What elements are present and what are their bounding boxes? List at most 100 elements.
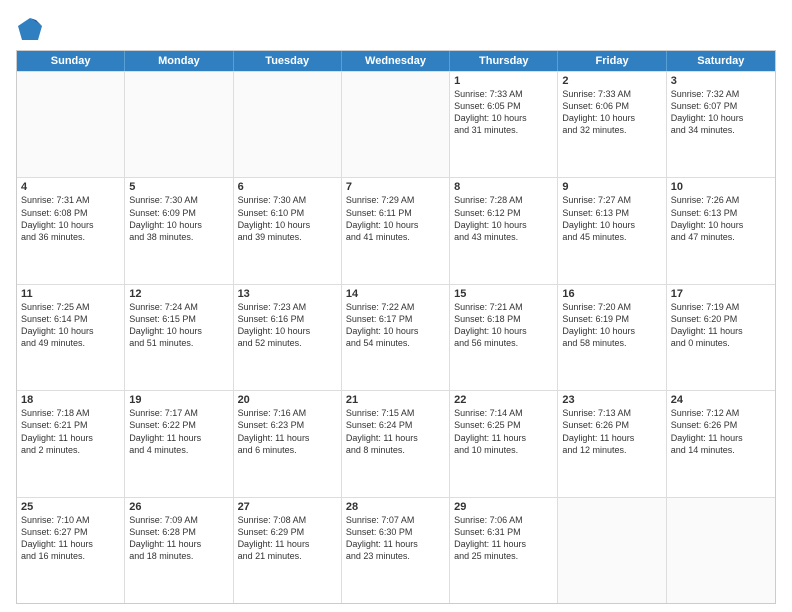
logo [16,16,46,44]
cal-cell: 18Sunrise: 7:18 AMSunset: 6:21 PMDayligh… [17,391,125,496]
day-number: 22 [454,394,553,406]
day-number: 5 [129,181,228,193]
cal-cell: 21Sunrise: 7:15 AMSunset: 6:24 PMDayligh… [342,391,450,496]
cell-text: Sunrise: 7:19 AMSunset: 6:20 PMDaylight:… [671,301,771,350]
day-number: 3 [671,75,771,87]
cal-cell: 17Sunrise: 7:19 AMSunset: 6:20 PMDayligh… [667,285,775,390]
day-number: 15 [454,288,553,300]
cal-cell: 28Sunrise: 7:07 AMSunset: 6:30 PMDayligh… [342,498,450,603]
day-number: 21 [346,394,445,406]
cell-text: Sunrise: 7:23 AMSunset: 6:16 PMDaylight:… [238,301,337,350]
day-number: 28 [346,501,445,513]
day-number: 1 [454,75,553,87]
cell-text: Sunrise: 7:33 AMSunset: 6:05 PMDaylight:… [454,88,553,137]
day-number: 20 [238,394,337,406]
cell-text: Sunrise: 7:26 AMSunset: 6:13 PMDaylight:… [671,194,771,243]
cell-text: Sunrise: 7:16 AMSunset: 6:23 PMDaylight:… [238,407,337,456]
cal-cell: 1Sunrise: 7:33 AMSunset: 6:05 PMDaylight… [450,72,558,177]
day-number: 8 [454,181,553,193]
calendar-row-4: 25Sunrise: 7:10 AMSunset: 6:27 PMDayligh… [17,497,775,603]
cal-cell: 23Sunrise: 7:13 AMSunset: 6:26 PMDayligh… [558,391,666,496]
cal-cell: 4Sunrise: 7:31 AMSunset: 6:08 PMDaylight… [17,178,125,283]
cell-text: Sunrise: 7:17 AMSunset: 6:22 PMDaylight:… [129,407,228,456]
calendar-row-0: 1Sunrise: 7:33 AMSunset: 6:05 PMDaylight… [17,71,775,177]
cell-text: Sunrise: 7:07 AMSunset: 6:30 PMDaylight:… [346,514,445,563]
day-number: 2 [562,75,661,87]
day-number: 13 [238,288,337,300]
cal-cell: 15Sunrise: 7:21 AMSunset: 6:18 PMDayligh… [450,285,558,390]
cal-cell: 12Sunrise: 7:24 AMSunset: 6:15 PMDayligh… [125,285,233,390]
day-number: 17 [671,288,771,300]
calendar-header: SundayMondayTuesdayWednesdayThursdayFrid… [17,51,775,71]
cell-text: Sunrise: 7:22 AMSunset: 6:17 PMDaylight:… [346,301,445,350]
day-number: 23 [562,394,661,406]
cal-cell: 24Sunrise: 7:12 AMSunset: 6:26 PMDayligh… [667,391,775,496]
day-number: 11 [21,288,120,300]
cell-text: Sunrise: 7:06 AMSunset: 6:31 PMDaylight:… [454,514,553,563]
cal-cell: 25Sunrise: 7:10 AMSunset: 6:27 PMDayligh… [17,498,125,603]
cal-cell: 29Sunrise: 7:06 AMSunset: 6:31 PMDayligh… [450,498,558,603]
cell-text: Sunrise: 7:15 AMSunset: 6:24 PMDaylight:… [346,407,445,456]
day-number: 10 [671,181,771,193]
cal-cell [17,72,125,177]
cal-cell: 11Sunrise: 7:25 AMSunset: 6:14 PMDayligh… [17,285,125,390]
header-day-thursday: Thursday [450,51,558,71]
calendar-row-1: 4Sunrise: 7:31 AMSunset: 6:08 PMDaylight… [17,177,775,283]
cell-text: Sunrise: 7:28 AMSunset: 6:12 PMDaylight:… [454,194,553,243]
calendar-body: 1Sunrise: 7:33 AMSunset: 6:05 PMDaylight… [17,71,775,603]
cal-cell [234,72,342,177]
cell-text: Sunrise: 7:18 AMSunset: 6:21 PMDaylight:… [21,407,120,456]
calendar-row-2: 11Sunrise: 7:25 AMSunset: 6:14 PMDayligh… [17,284,775,390]
cal-cell: 27Sunrise: 7:08 AMSunset: 6:29 PMDayligh… [234,498,342,603]
calendar-row-3: 18Sunrise: 7:18 AMSunset: 6:21 PMDayligh… [17,390,775,496]
header-day-monday: Monday [125,51,233,71]
cal-cell: 6Sunrise: 7:30 AMSunset: 6:10 PMDaylight… [234,178,342,283]
cal-cell: 20Sunrise: 7:16 AMSunset: 6:23 PMDayligh… [234,391,342,496]
header-day-saturday: Saturday [667,51,775,71]
day-number: 18 [21,394,120,406]
cell-text: Sunrise: 7:20 AMSunset: 6:19 PMDaylight:… [562,301,661,350]
cal-cell: 14Sunrise: 7:22 AMSunset: 6:17 PMDayligh… [342,285,450,390]
cell-text: Sunrise: 7:29 AMSunset: 6:11 PMDaylight:… [346,194,445,243]
cal-cell [667,498,775,603]
header-day-friday: Friday [558,51,666,71]
cal-cell: 10Sunrise: 7:26 AMSunset: 6:13 PMDayligh… [667,178,775,283]
day-number: 24 [671,394,771,406]
cal-cell: 8Sunrise: 7:28 AMSunset: 6:12 PMDaylight… [450,178,558,283]
day-number: 29 [454,501,553,513]
cell-text: Sunrise: 7:30 AMSunset: 6:10 PMDaylight:… [238,194,337,243]
day-number: 16 [562,288,661,300]
header-day-sunday: Sunday [17,51,125,71]
cal-cell: 7Sunrise: 7:29 AMSunset: 6:11 PMDaylight… [342,178,450,283]
cell-text: Sunrise: 7:14 AMSunset: 6:25 PMDaylight:… [454,407,553,456]
header [16,12,776,44]
cal-cell: 9Sunrise: 7:27 AMSunset: 6:13 PMDaylight… [558,178,666,283]
cal-cell: 19Sunrise: 7:17 AMSunset: 6:22 PMDayligh… [125,391,233,496]
day-number: 7 [346,181,445,193]
cal-cell [342,72,450,177]
cell-text: Sunrise: 7:33 AMSunset: 6:06 PMDaylight:… [562,88,661,137]
cell-text: Sunrise: 7:31 AMSunset: 6:08 PMDaylight:… [21,194,120,243]
cal-cell [558,498,666,603]
header-day-wednesday: Wednesday [342,51,450,71]
page: SundayMondayTuesdayWednesdayThursdayFrid… [0,0,792,612]
cell-text: Sunrise: 7:24 AMSunset: 6:15 PMDaylight:… [129,301,228,350]
cell-text: Sunrise: 7:32 AMSunset: 6:07 PMDaylight:… [671,88,771,137]
day-number: 12 [129,288,228,300]
day-number: 9 [562,181,661,193]
cell-text: Sunrise: 7:27 AMSunset: 6:13 PMDaylight:… [562,194,661,243]
cell-text: Sunrise: 7:12 AMSunset: 6:26 PMDaylight:… [671,407,771,456]
cal-cell: 22Sunrise: 7:14 AMSunset: 6:25 PMDayligh… [450,391,558,496]
day-number: 19 [129,394,228,406]
day-number: 25 [21,501,120,513]
cell-text: Sunrise: 7:25 AMSunset: 6:14 PMDaylight:… [21,301,120,350]
header-day-tuesday: Tuesday [234,51,342,71]
cal-cell: 2Sunrise: 7:33 AMSunset: 6:06 PMDaylight… [558,72,666,177]
calendar: SundayMondayTuesdayWednesdayThursdayFrid… [16,50,776,604]
cal-cell [125,72,233,177]
logo-icon [16,16,44,44]
day-number: 6 [238,181,337,193]
cell-text: Sunrise: 7:10 AMSunset: 6:27 PMDaylight:… [21,514,120,563]
day-number: 27 [238,501,337,513]
cal-cell: 13Sunrise: 7:23 AMSunset: 6:16 PMDayligh… [234,285,342,390]
